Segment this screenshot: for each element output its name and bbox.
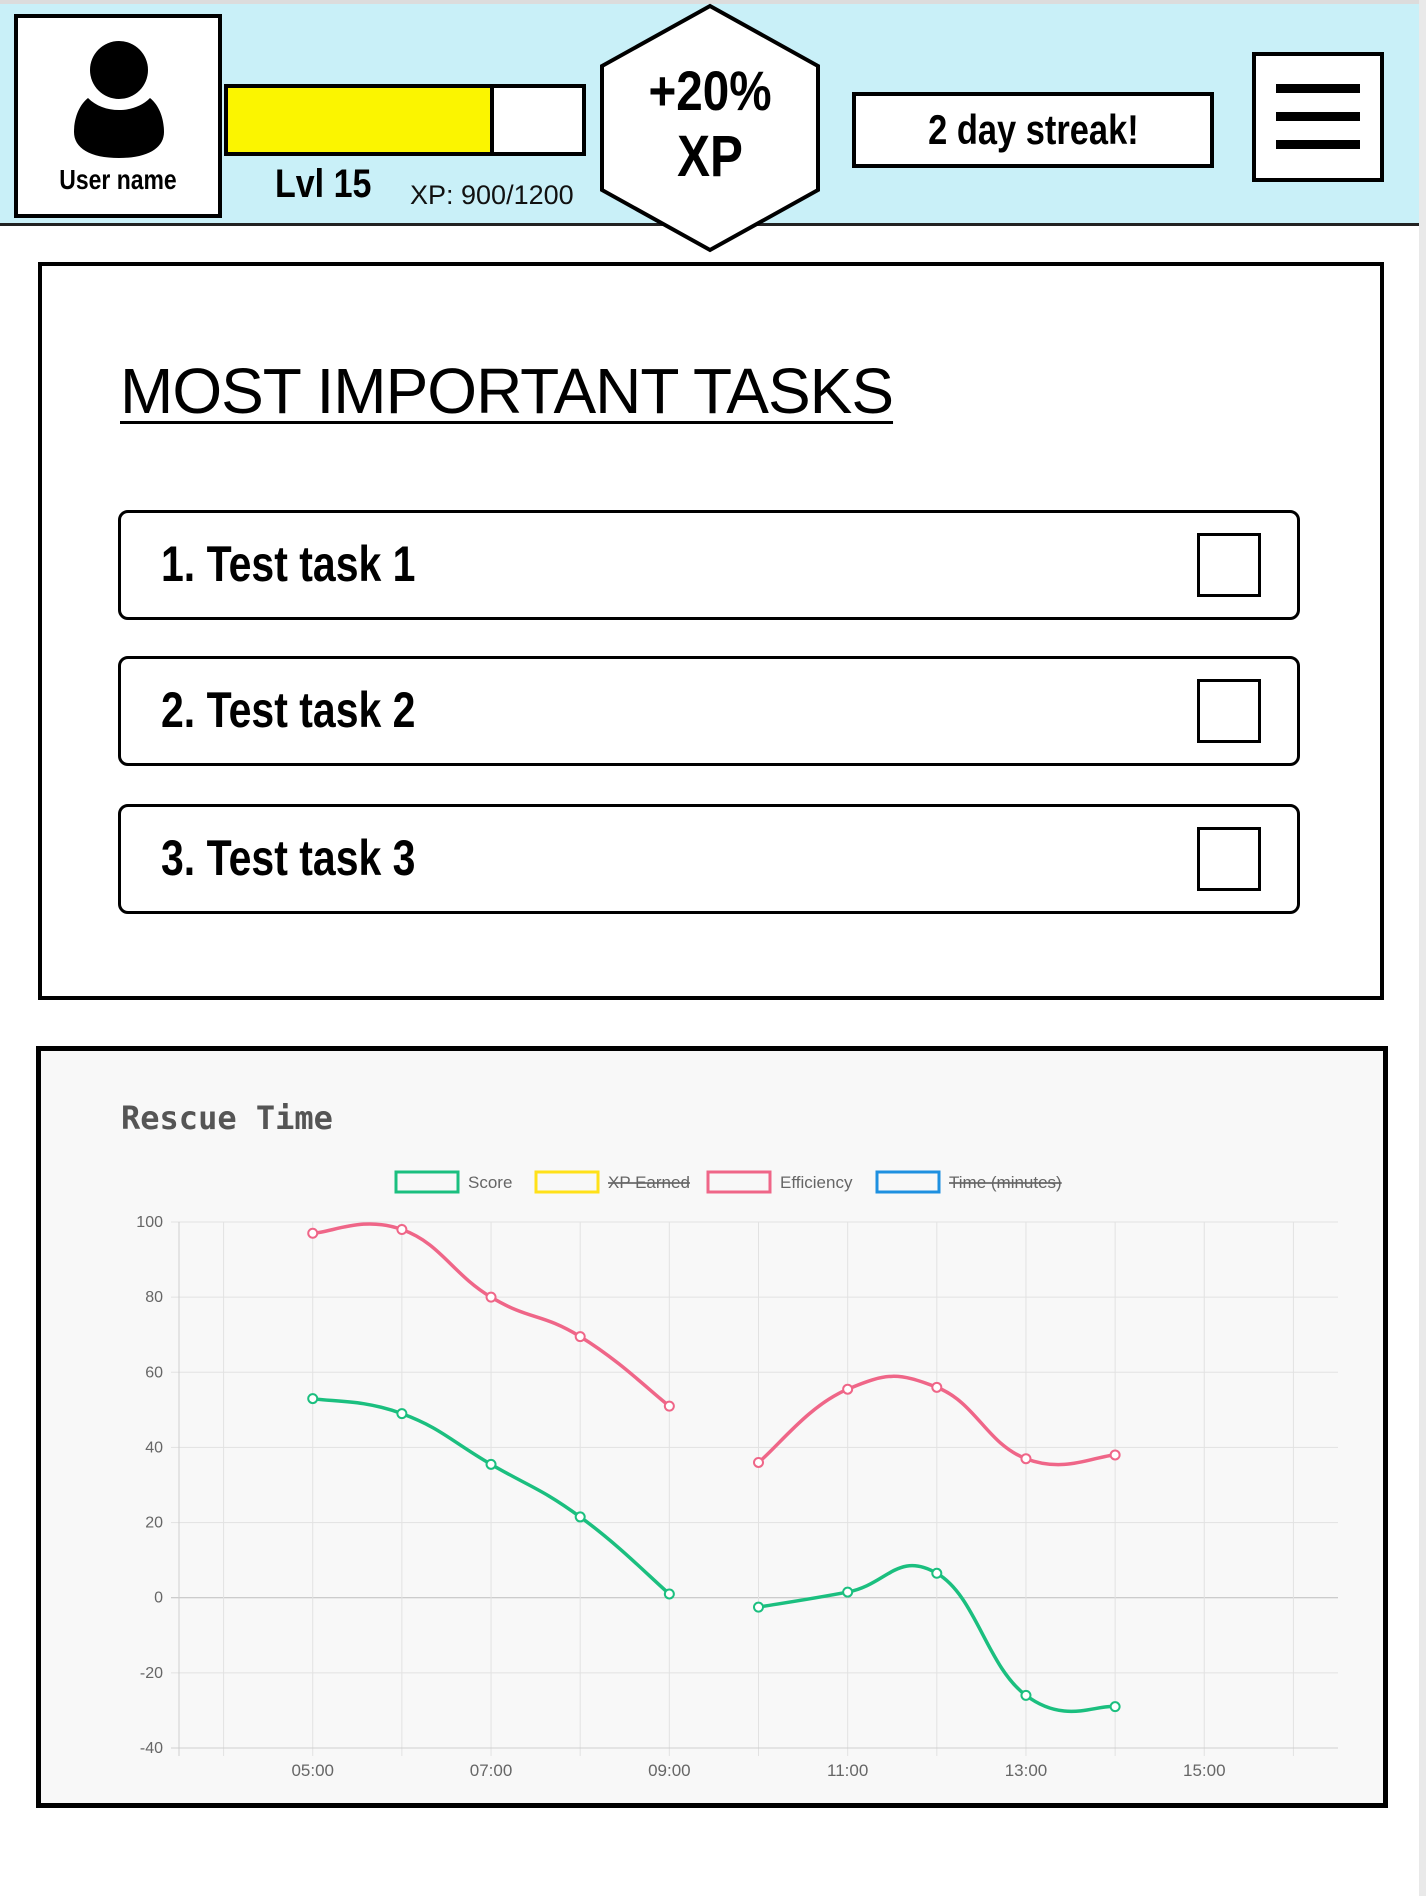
legend-swatch: [875, 1170, 941, 1194]
rescue-time-chart-card: Rescue Time 100 80 60 40 20 0 -20 -40 05:00 07:00…: [36, 1046, 1388, 1808]
y-tick-label: 20: [145, 1515, 163, 1532]
task-label: 3. Test task 3: [161, 830, 416, 886]
y-tick-label: 80: [145, 1289, 163, 1306]
x-tick-label: 15:00: [1183, 1761, 1226, 1780]
data-point-efficiency: [485, 1291, 497, 1303]
x-tick-label: 11:00: [827, 1761, 868, 1780]
legend-label-xp-earned: XP Earned: [608, 1173, 690, 1192]
data-point-score: [842, 1586, 854, 1598]
user-profile-card[interactable]: User name: [14, 14, 222, 218]
hamburger-menu-icon-line: [1276, 140, 1360, 149]
task-checkbox[interactable]: [1197, 827, 1261, 891]
header-bar: User name Lvl 15 XP: 900/1200 +20% XP 2 …: [0, 3, 1419, 253]
task-item-2[interactable]: 2. Test task 2: [118, 656, 1300, 766]
y-tick-label: 60: [145, 1364, 163, 1381]
data-point-efficiency: [307, 1227, 319, 1239]
xp-bonus-value: +20%: [648, 59, 772, 122]
tasks-heading: MOST IMPORTANT TASKS: [120, 355, 894, 427]
rescue-time-chart: 100 80 60 40 20 0 -20 -40 05:00 07:00 09:00 11:00 13…: [136, 1170, 1338, 1780]
x-tick-label: 07:00: [470, 1761, 513, 1780]
data-point-efficiency: [931, 1381, 943, 1393]
legend-label-score: Score: [468, 1173, 512, 1192]
hamburger-menu-button[interactable]: [1252, 52, 1384, 182]
y-tick-label: -20: [140, 1665, 163, 1682]
xp-progress-bar: [224, 84, 586, 156]
legend-label-efficiency: Efficiency: [780, 1173, 853, 1192]
x-tick-label: 05:00: [291, 1761, 334, 1780]
data-point-score: [663, 1588, 675, 1600]
xp-bonus-unit: XP: [677, 124, 743, 189]
hamburger-menu-icon-line: [1276, 112, 1360, 121]
data-point-score: [307, 1393, 319, 1405]
task-label: 1. Test task 1: [161, 536, 416, 592]
xp-count-label: XP: 900/1200: [410, 180, 574, 210]
x-tick-label: 13:00: [1005, 1761, 1048, 1780]
y-tick-label: 40: [145, 1439, 163, 1456]
y-tick-label: 0: [154, 1590, 163, 1607]
data-point-score: [1020, 1689, 1032, 1701]
y-tick-label: 100: [136, 1214, 163, 1231]
y-tick-label: -40: [140, 1740, 163, 1757]
user-avatar-icon: [74, 41, 164, 158]
task-item-3[interactable]: 3. Test task 3: [118, 804, 1300, 914]
hamburger-menu-icon: [1276, 84, 1360, 93]
data-point-score: [931, 1567, 943, 1579]
user-name-label: User name: [59, 164, 177, 195]
legend-swatch: [394, 1170, 460, 1194]
data-point-efficiency: [1109, 1449, 1121, 1461]
legend-label-time-minutes: Time (minutes): [949, 1173, 1062, 1192]
data-point-efficiency: [396, 1224, 408, 1236]
task-checkbox[interactable]: [1197, 533, 1261, 597]
most-important-tasks-card: MOST IMPORTANT TASKS 1. Test task 1 2. T…: [38, 262, 1384, 1000]
data-point-score: [1109, 1701, 1121, 1713]
task-label: 2. Test task 2: [161, 682, 416, 738]
data-point-efficiency: [663, 1400, 675, 1412]
data-point-efficiency: [842, 1383, 854, 1395]
data-point-efficiency: [753, 1456, 764, 1468]
streak-label: 2 day streak!: [927, 106, 1139, 153]
legend-swatch: [534, 1170, 600, 1194]
task-item-1[interactable]: 1. Test task 1: [118, 510, 1300, 620]
streak-badge: 2 day streak!: [852, 92, 1214, 168]
data-point-score: [485, 1458, 497, 1470]
data-point-efficiency: [574, 1331, 586, 1343]
level-label: Lvl 15: [275, 162, 372, 206]
task-checkbox[interactable]: [1197, 679, 1261, 743]
data-point-score: [396, 1408, 408, 1420]
legend-swatch: [706, 1170, 772, 1194]
xp-progress-fill: [228, 88, 494, 152]
x-tick-label: 09:00: [648, 1761, 691, 1780]
page-scrollbar-track[interactable]: [1419, 0, 1426, 1896]
data-point-efficiency: [1020, 1453, 1032, 1465]
data-point-score: [574, 1511, 586, 1523]
data-point-score: [753, 1601, 764, 1613]
